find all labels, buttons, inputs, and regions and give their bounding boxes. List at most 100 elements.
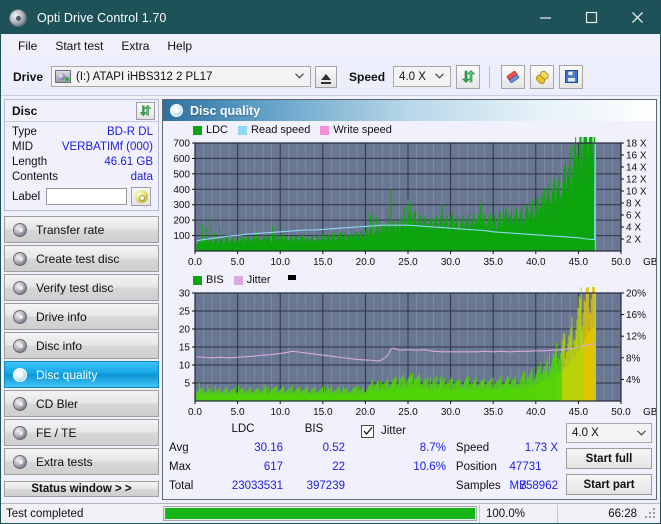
- sidebar-item-cd-bler[interactable]: CD Bler: [4, 390, 159, 417]
- sidebar-item-drive-info[interactable]: Drive info: [4, 303, 159, 330]
- plug-button[interactable]: [530, 64, 555, 89]
- speed-label: Speed: [349, 69, 386, 84]
- jitter-column: Jitter 8.7% 10.6%: [361, 423, 446, 495]
- jitter-toggle[interactable]: Jitter: [361, 423, 446, 439]
- measure-speed-label: Speed: [455, 442, 490, 454]
- status-window-button[interactable]: Status window > >: [4, 481, 159, 497]
- svg-text:GB: GB: [643, 407, 657, 418]
- sidebar-item-label: Drive info: [36, 309, 87, 324]
- minimize-button[interactable]: [522, 1, 568, 34]
- progress-fill: [165, 508, 475, 519]
- stats-total-bis: 397239: [306, 480, 345, 492]
- erase-button[interactable]: [501, 64, 526, 89]
- floppy-save-icon: [564, 70, 578, 83]
- title-bar: Opti Drive Control 1.70: [1, 1, 660, 34]
- status-bar: Test completed 100.0% 66:28: [1, 503, 660, 523]
- disc-icon: [170, 104, 183, 117]
- disc-icon: [134, 190, 148, 203]
- test-speed-select[interactable]: 4.0 X: [566, 423, 652, 443]
- ldc-chart[interactable]: 100 200 300 400 500 600 700 2 X4 X6 X8 X10 X12 …: [165, 137, 657, 269]
- disc-panel-title: Disc: [12, 103, 38, 118]
- sidebar-item-disc-info[interactable]: Disc info: [4, 332, 159, 359]
- speed-select[interactable]: 4.0 X: [393, 66, 452, 87]
- resize-grip[interactable]: [645, 507, 657, 520]
- sidebar-item-extra-tests[interactable]: Extra tests: [4, 448, 159, 475]
- start-full-button[interactable]: Start full: [566, 448, 652, 469]
- svg-text:18 X: 18 X: [626, 139, 647, 150]
- bis-chart-legend: BIS Jitter: [165, 273, 654, 287]
- chevron-down-icon: [637, 427, 651, 439]
- svg-text:40.0: 40.0: [526, 407, 546, 418]
- menu-extra[interactable]: Extra: [112, 37, 158, 55]
- svg-text:40.0: 40.0: [526, 257, 546, 268]
- disc-label-key: Label: [12, 190, 41, 203]
- drive-toolbar: Drive (I:) ATAPI iHBS312 2 PL17 Speed 4.…: [1, 58, 660, 96]
- eject-icon: [321, 73, 332, 84]
- maximize-button[interactable]: [568, 1, 614, 34]
- svg-text:4 X: 4 X: [626, 223, 641, 234]
- svg-text:15.0: 15.0: [313, 407, 333, 418]
- sidebar-item-disc-quality[interactable]: Disc quality: [4, 361, 159, 388]
- disc-icon: [13, 338, 27, 353]
- window-controls: [522, 1, 660, 34]
- drive-select-value: (I:) ATAPI iHBS312 2 PL17: [76, 70, 213, 83]
- stats-row-label-avg: Avg: [169, 442, 189, 454]
- stats-total-jitter: [361, 477, 446, 496]
- stats-header-bis: BIS: [304, 423, 324, 435]
- disc-label-input[interactable]: [46, 188, 128, 205]
- measure-speed-value: 1.73 X: [524, 442, 558, 454]
- svg-text:5: 5: [184, 379, 190, 390]
- svg-text:300: 300: [173, 200, 190, 211]
- svg-text:10: 10: [179, 361, 191, 372]
- disc-row-type: Type BD-R DL: [12, 125, 153, 140]
- chevron-down-icon: [431, 72, 450, 81]
- disc-refresh-button[interactable]: [136, 101, 155, 120]
- stats-avg-ldc: 30.16: [254, 442, 283, 454]
- actions-column: 4.0 X Start full Start part: [566, 423, 652, 495]
- svg-text:12 X: 12 X: [626, 175, 647, 186]
- measure-position-row: Position 47731 MB: [456, 458, 558, 492]
- stats-table: LDC BIS Avg 30.16 0.52 Max 617 22 Total …: [169, 423, 345, 495]
- svg-text:8 X: 8 X: [626, 199, 641, 210]
- close-button[interactable]: [614, 1, 660, 34]
- drive-select[interactable]: (I:) ATAPI iHBS312 2 PL17: [51, 66, 312, 87]
- sidebar-item-transfer-rate[interactable]: Transfer rate: [4, 216, 159, 243]
- disc-icon: [13, 280, 27, 295]
- legend-swatch-jitter: [233, 275, 243, 285]
- nav-list: Transfer rate Create test disc Verify te…: [4, 216, 159, 477]
- menu-help[interactable]: Help: [158, 37, 201, 55]
- jitter-checkbox[interactable]: [361, 424, 374, 438]
- disc-panel-header: Disc: [5, 100, 158, 122]
- sidebar-item-create-test-disc[interactable]: Create test disc: [4, 245, 159, 272]
- sidebar: Disc Type BD-R DL MID VERBATIMf (000) Le…: [4, 99, 159, 500]
- ldc-chart-block: LDC Read speed Write speed 100 200 300 400 5…: [165, 123, 657, 269]
- elapsed-time: 66:28: [557, 504, 645, 523]
- svg-text:15: 15: [179, 343, 191, 354]
- svg-text:0.0: 0.0: [188, 407, 202, 418]
- svg-text:50.0: 50.0: [611, 407, 631, 418]
- sidebar-item-fe-te[interactable]: FE / TE: [4, 419, 159, 446]
- svg-text:400: 400: [173, 185, 190, 196]
- status-message: Test completed: [6, 507, 84, 520]
- disc-row-type-key: Type: [12, 126, 37, 138]
- disc-icon: [13, 222, 27, 237]
- eject-button[interactable]: [315, 65, 338, 88]
- disc-icon: [13, 396, 27, 411]
- svg-text:6 X: 6 X: [626, 211, 641, 222]
- refresh-button[interactable]: [456, 64, 481, 89]
- disc-row-length-key: Length: [12, 156, 48, 168]
- app-disc-icon: [9, 8, 27, 27]
- svg-text:35.0: 35.0: [483, 257, 503, 268]
- save-button[interactable]: [559, 64, 584, 89]
- svg-text:30.0: 30.0: [441, 257, 461, 268]
- disc-info-panel: Disc Type BD-R DL MID VERBATIMf (000) Le…: [4, 99, 159, 211]
- sidebar-item-label: Disc info: [36, 338, 83, 353]
- svg-text:16%: 16%: [626, 310, 646, 321]
- disc-row-length-value: 46.61 GB: [104, 156, 153, 168]
- sidebar-item-verify-test-disc[interactable]: Verify test disc: [4, 274, 159, 301]
- menu-start-test[interactable]: Start test: [46, 37, 112, 55]
- bis-jitter-chart[interactable]: 5 10 15 20 25 30 4% 8% 12% 16% 20% 0.0 5.0 10.0 15.0 20…: [165, 287, 657, 419]
- menu-file[interactable]: File: [9, 37, 46, 55]
- disc-label-button[interactable]: [131, 187, 152, 206]
- start-part-button[interactable]: Start part: [566, 474, 652, 495]
